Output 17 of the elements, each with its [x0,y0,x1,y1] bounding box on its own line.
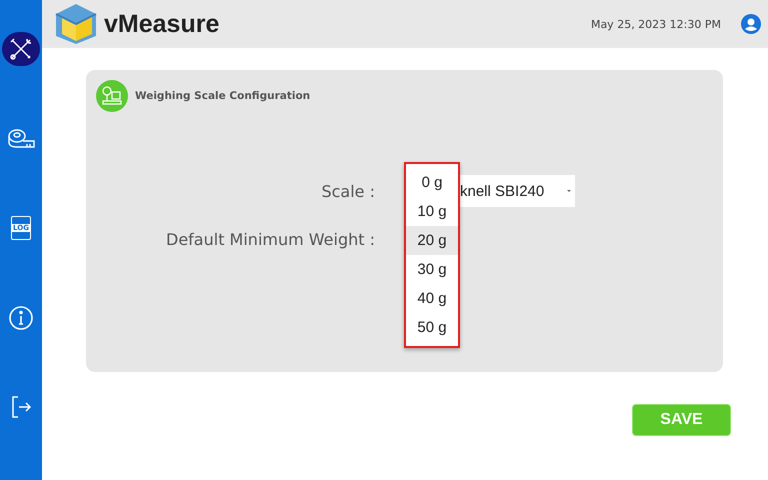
date-time: May 25, 2023 12:30 PM [590,18,721,30]
tools-icon [8,36,34,62]
cube-logo-icon [54,2,98,46]
tools-nav-button[interactable] [2,32,40,66]
tape-measure-icon [7,128,35,150]
field-label: Default Minimum Weight : [165,230,375,248]
card-title: Weighing Scale Configuration [135,90,310,102]
user-avatar-icon[interactable] [741,14,761,34]
dropdown-option[interactable]: 40 g [406,284,458,313]
field-label: Scale : [320,182,375,200]
dropdown-option[interactable]: 50 g [406,313,458,342]
dropdown-option[interactable]: 30 g [406,255,458,284]
app-name: vMeasure [104,10,220,38]
dropdown-option[interactable]: 20 g [406,226,458,255]
weighing-scale-icon [96,80,128,112]
logout-icon [10,395,32,420]
info-icon [8,304,34,331]
